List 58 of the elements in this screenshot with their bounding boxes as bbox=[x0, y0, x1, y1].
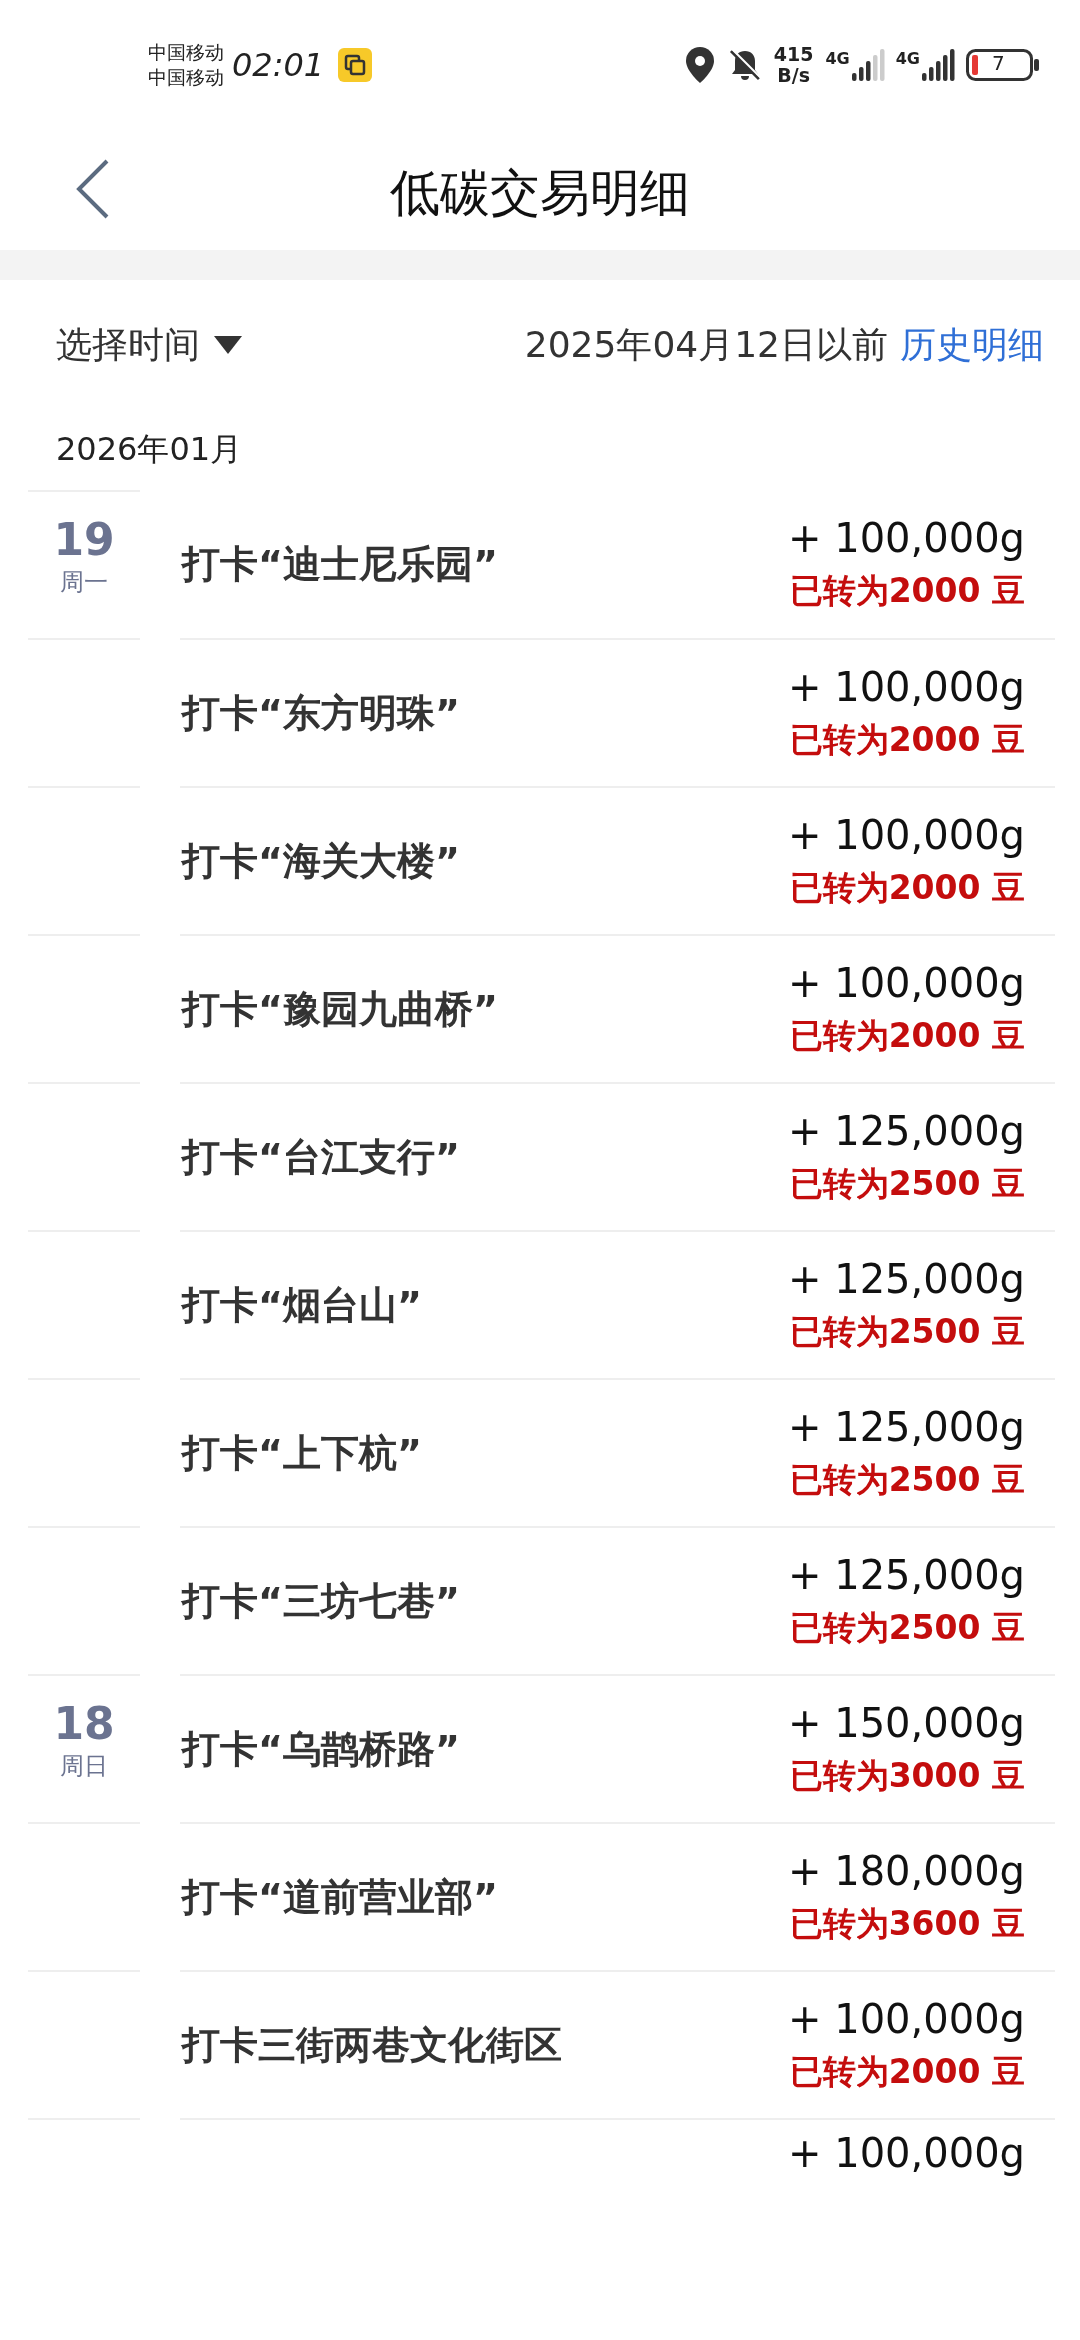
transaction-title: 打卡“迪士尼乐园” bbox=[180, 540, 499, 588]
carrier-name: 中国移动 bbox=[148, 65, 224, 90]
transaction-title: 打卡三街两巷文化街区 bbox=[180, 2021, 563, 2069]
signal-icon bbox=[922, 49, 956, 81]
converted-beans: 已转为3600 豆 bbox=[789, 1902, 1025, 1945]
date-note: 2025年04月12日以前 bbox=[524, 322, 888, 367]
carbon-amount: + 100,000g bbox=[787, 811, 1025, 858]
time-select-dropdown[interactable]: 选择时间 bbox=[56, 320, 242, 370]
converted-beans: 已转为2000 豆 bbox=[789, 1014, 1025, 1057]
carbon-amount: + 125,000g bbox=[787, 1403, 1025, 1450]
carrier-name: 中国移动 bbox=[148, 40, 224, 65]
battery-icon bbox=[966, 49, 1040, 81]
history-link[interactable]: 历史明细 bbox=[900, 320, 1044, 370]
transaction-title: 打卡“海关大楼” bbox=[180, 837, 461, 885]
transaction-title: 打卡“乌鹊桥路” bbox=[180, 1725, 461, 1773]
muted-bell-icon bbox=[727, 48, 762, 82]
carbon-amount: + 180,000g bbox=[787, 1847, 1025, 1894]
battery-level: 7 bbox=[992, 51, 1005, 75]
converted-beans: 已转为2000 豆 bbox=[789, 718, 1025, 761]
transaction-title: 打卡“道前营业部” bbox=[180, 1873, 499, 1921]
day-number: 19 bbox=[53, 514, 115, 566]
clock-time: 02:01 bbox=[232, 46, 325, 84]
converted-beans: 已转为2000 豆 bbox=[789, 2050, 1025, 2093]
location-icon bbox=[685, 47, 714, 83]
network-type: 4G bbox=[895, 49, 920, 68]
converted-beans: 已转为3000 豆 bbox=[789, 1754, 1025, 1797]
network-speed: 415 bbox=[773, 44, 814, 65]
carbon-amount: + 125,000g bbox=[787, 1255, 1025, 1302]
page-title: 低碳交易明细 bbox=[390, 164, 690, 222]
month-label: 2026年01月 bbox=[55, 429, 244, 470]
converted-beans: 已转为2000 豆 bbox=[789, 569, 1025, 612]
transaction-title: 打卡“台江支行” bbox=[180, 1133, 461, 1181]
transaction-title: 打卡“烟台山” bbox=[180, 1281, 423, 1329]
converted-beans: 已转为2500 豆 bbox=[789, 1606, 1025, 1649]
weekday-label: 周一 bbox=[60, 567, 108, 598]
converted-beans: 已转为2000 豆 bbox=[789, 866, 1025, 909]
carbon-amount: + 100,000g bbox=[787, 663, 1025, 710]
weekday-label: 周日 bbox=[60, 1751, 108, 1782]
signal-icon bbox=[851, 49, 886, 81]
converted-beans: 已转为2500 豆 bbox=[789, 1310, 1025, 1353]
caret-icon bbox=[214, 336, 242, 354]
transaction-title: 打卡“上下杭” bbox=[180, 1429, 423, 1477]
multi-window-icon bbox=[338, 48, 373, 82]
speed-unit: B/s bbox=[777, 65, 810, 86]
transaction-title: 打卡“三坊七巷” bbox=[180, 1577, 461, 1625]
carbon-amount: + 100,000g bbox=[787, 514, 1025, 561]
day-number: 18 bbox=[53, 1698, 115, 1750]
carbon-amount: + 125,000g bbox=[787, 1107, 1025, 1154]
transaction-title: 打卡“豫园九曲桥” bbox=[180, 985, 499, 1033]
carbon-amount: + 100,000g bbox=[787, 2130, 1025, 2176]
carbon-amount: + 125,000g bbox=[787, 1551, 1025, 1598]
carbon-amount: + 100,000g bbox=[787, 1995, 1025, 2042]
converted-beans: 已转为2500 豆 bbox=[789, 1458, 1025, 1501]
converted-beans: 已转为2500 豆 bbox=[789, 1162, 1025, 1205]
carbon-amount: + 100,000g bbox=[787, 959, 1025, 1006]
network-type: 4G bbox=[825, 49, 850, 68]
transaction-title: 打卡“东方明珠” bbox=[180, 689, 461, 737]
carbon-amount: + 150,000g bbox=[787, 1699, 1025, 1746]
